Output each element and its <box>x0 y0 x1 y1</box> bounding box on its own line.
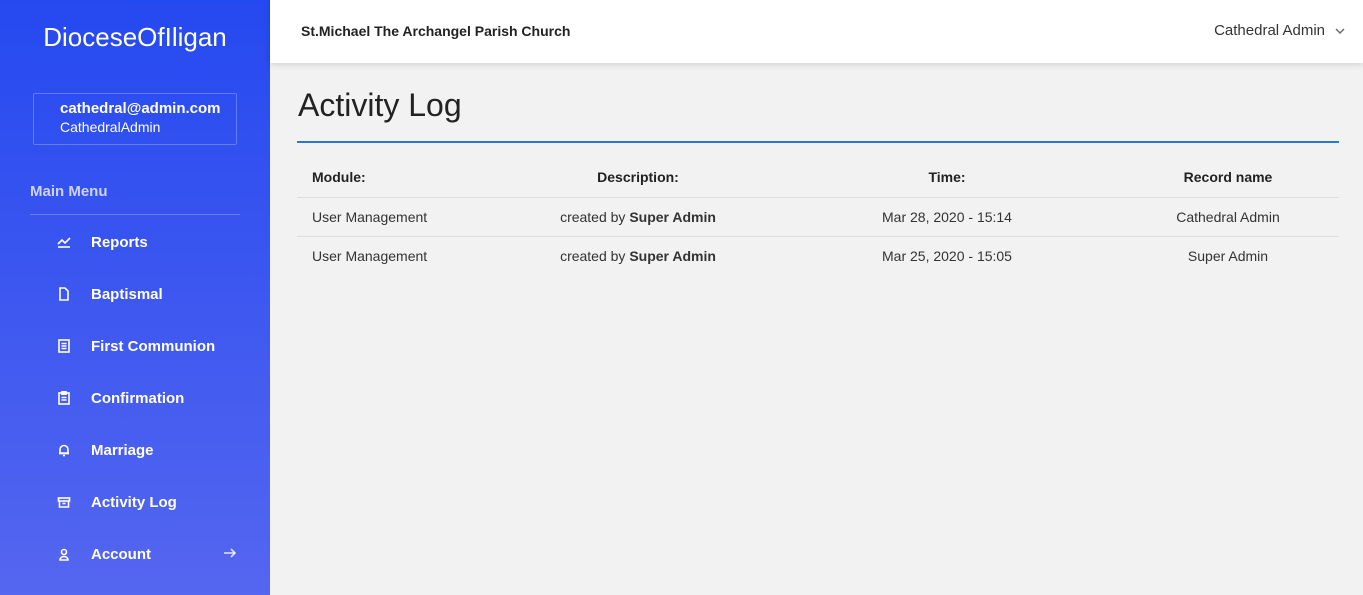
sidebar-item-label: Account <box>91 545 151 563</box>
description-actor: Super Admin <box>629 208 716 225</box>
top-header: St.Michael The Archangel Parish Church C… <box>270 0 1363 63</box>
sidebar-item-label: Baptismal <box>91 285 163 303</box>
user-profile-box: cathedral@admin.com CathedralAdmin <box>33 93 237 145</box>
title-divider <box>297 141 1339 143</box>
sidebar: DioceseOfIligan cathedral@admin.com Cath… <box>0 0 270 595</box>
main-menu: Reports Baptismal First Communion Confir… <box>0 216 270 580</box>
cell-time: Mar 25, 2020 - 15:05 <box>882 247 1012 264</box>
sidebar-item-activity-log[interactable]: Activity Log <box>0 476 270 528</box>
admin-user-dropdown[interactable]: Cathedral Admin <box>1214 22 1346 39</box>
admin-name: Cathedral Admin <box>1214 22 1325 39</box>
user-role: CathedralAdmin <box>60 119 161 135</box>
cell-description: created by Super Admin <box>499 197 777 237</box>
clipboard-icon <box>56 390 72 406</box>
archive-icon <box>56 494 72 510</box>
parish-name: St.Michael The Archangel Parish Church <box>301 23 571 39</box>
sidebar-item-label: First Communion <box>91 337 216 355</box>
user-icon <box>56 546 72 562</box>
cell-record-name: Cathedral Admin <box>1117 197 1339 237</box>
chart-line-icon <box>56 234 72 250</box>
sidebar-item-label: Confirmation <box>91 389 185 407</box>
menu-divider <box>30 214 240 215</box>
description-actor: Super Admin <box>629 247 716 264</box>
table-header-row: Module: Description: Time: Record name <box>297 158 1339 198</box>
document-list-icon <box>56 338 72 354</box>
description-prefix: created by <box>560 247 626 264</box>
brand-title[interactable]: DioceseOfIligan <box>0 22 270 53</box>
cell-time: Mar 28, 2020 - 15:14 <box>777 197 1117 237</box>
sidebar-item-confirmation[interactable]: Confirmation <box>0 372 270 424</box>
cell-module: User Management <box>297 197 499 237</box>
bell-icon <box>56 442 72 458</box>
cell-module: User Management <box>312 247 428 264</box>
column-header-description: Description: <box>499 158 777 198</box>
activity-log-table: Module: Description: Time: Record name U… <box>297 158 1339 275</box>
sidebar-item-label: Marriage <box>91 441 154 459</box>
table-row: User Management created by Super Admin M… <box>297 197 1339 237</box>
sidebar-item-first-communion[interactable]: First Communion <box>0 320 270 372</box>
column-header-time: Time: <box>777 158 1117 198</box>
sidebar-item-marriage[interactable]: Marriage <box>0 424 270 476</box>
user-email: cathedral@admin.com <box>60 100 221 117</box>
sidebar-item-reports[interactable]: Reports <box>0 216 270 268</box>
column-header-module: Module: <box>297 158 499 198</box>
sidebar-item-label: Reports <box>91 233 148 251</box>
cell-record-name: Super Admin <box>1187 247 1269 264</box>
main-menu-heading: Main Menu <box>30 183 108 200</box>
arrow-right-icon <box>224 548 237 558</box>
page-title: Activity Log <box>298 87 462 123</box>
sidebar-item-label: Activity Log <box>91 493 177 511</box>
sidebar-item-account[interactable]: Account <box>0 528 270 580</box>
column-header-record-name: Record name <box>1117 158 1339 198</box>
cell-description: created by Super Admin <box>499 236 777 275</box>
file-icon <box>56 286 72 302</box>
chevron-down-icon <box>1335 28 1345 34</box>
table-row: User Management created by Super Admin M… <box>297 236 1339 275</box>
sidebar-item-baptismal[interactable]: Baptismal <box>0 268 270 320</box>
description-prefix: created by <box>560 208 626 225</box>
